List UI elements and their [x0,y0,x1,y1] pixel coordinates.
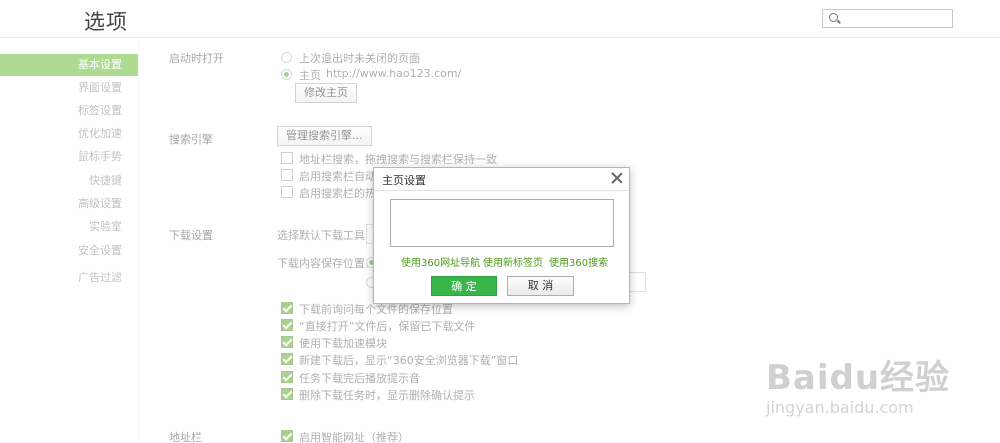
search-icon [829,13,838,22]
dialog-title: 主页设置 [382,174,426,187]
ok-button[interactable]: 确 定 [431,276,497,296]
use-360-nav-link[interactable]: 使用360网址导航 [401,254,480,269]
cancel-button[interactable]: 取 消 [507,276,574,296]
use-new-tab-link[interactable]: 使用新标签页 [483,254,543,269]
top-bar: 选项 [0,0,1000,38]
use-360-search-link[interactable]: 使用360搜索 [549,254,608,269]
homepage-settings-dialog: 主页设置 使用360网址导航 使用新标签页 使用360搜索 确 定 取 消 [373,167,630,304]
search-box[interactable] [822,9,953,28]
baidu-watermark: Baidu经验 jingyan.baidu.com [766,350,986,430]
dialog-divider [374,190,629,191]
watermark-text: Baidu经验 [766,358,951,398]
search-input[interactable] [843,11,949,26]
page-title: 选项 [84,10,128,34]
watermark-subtext: jingyan.baidu.com [766,398,914,417]
homepage-url-textarea[interactable] [390,199,614,247]
close-icon[interactable] [610,171,624,185]
